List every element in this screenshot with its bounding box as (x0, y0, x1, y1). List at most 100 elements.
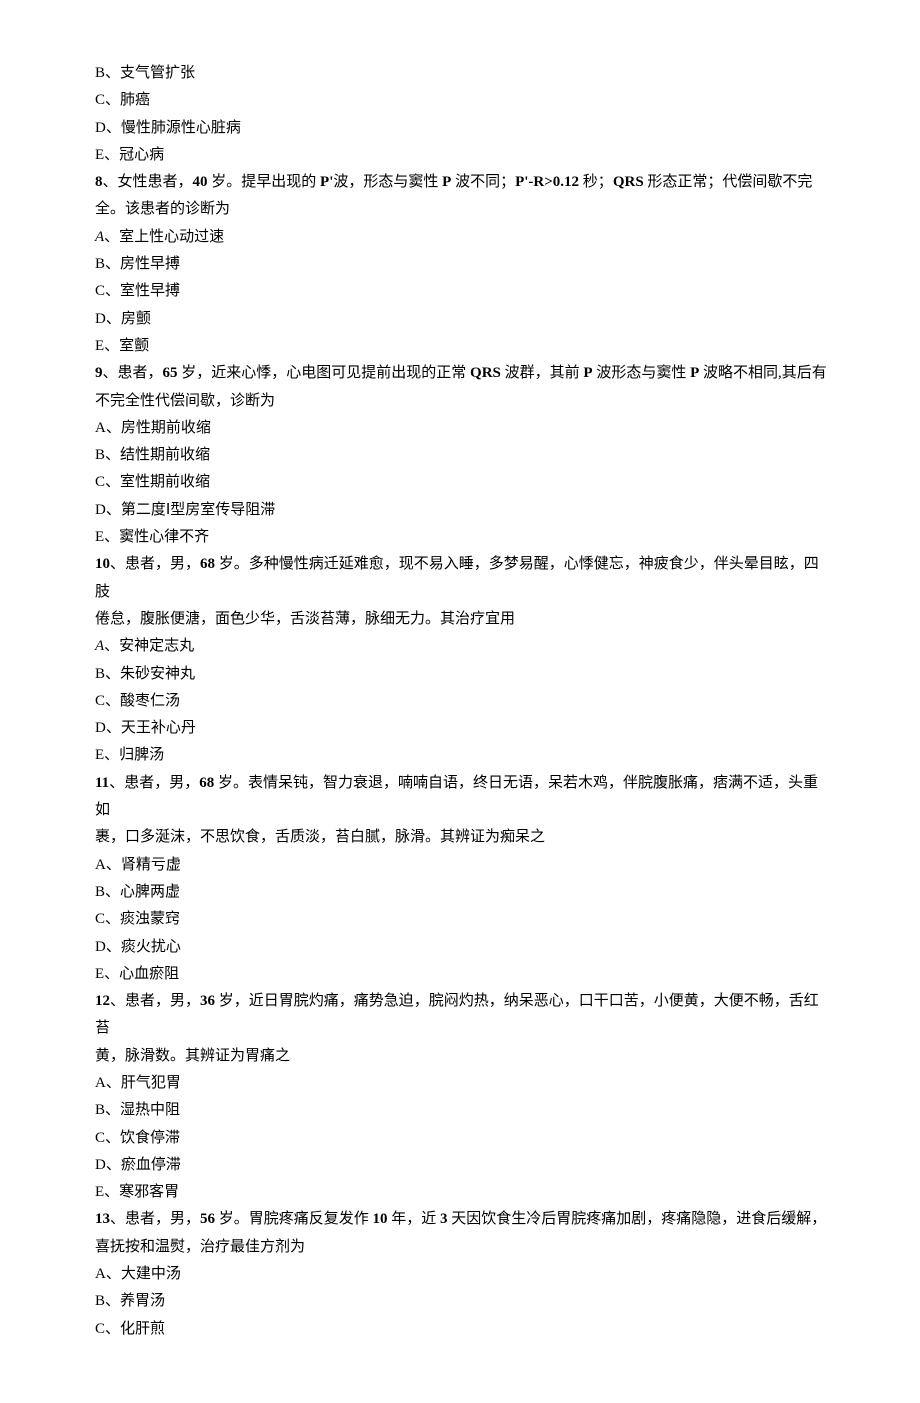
text: B、房性早搏 (95, 256, 180, 272)
q11-stem-line1: 11、患者，男，68 岁。表情呆钝，智力衰退，喃喃自语，终日无语，呆若木鸡，伴脘… (95, 770, 830, 825)
q10-option-a: A、安神定志丸 (95, 633, 830, 660)
q8-option-c: C、室性早搏 (95, 278, 830, 305)
text: 天因饮食生冷后胃脘疼痛加剧，疼痛隐隐，进食后缓解， (448, 1211, 827, 1227)
text: P (583, 365, 592, 381)
text: P'-R>0.12 (515, 174, 579, 190)
q9-option-c: C、室性期前收缩 (95, 469, 830, 496)
q8-option-b: B、房性早搏 (95, 251, 830, 278)
text: B、湿热中阻 (95, 1102, 180, 1118)
text: B、朱砂安神丸 (95, 666, 195, 682)
text: E、寒邪客胃 (95, 1184, 179, 1200)
text: C、酸枣仁汤 (95, 693, 180, 709)
age: 36 (200, 993, 215, 1009)
text: 、患者， (103, 365, 163, 381)
text: 年，近 (388, 1211, 441, 1227)
text: D、房颤 (95, 311, 151, 327)
text: P' (320, 174, 333, 190)
q7-option-c: C、肺癌 (95, 87, 830, 114)
text: C、化肝煎 (95, 1321, 165, 1337)
text: D、痰火扰心 (95, 939, 181, 955)
q9-option-b: B、结性期前收缩 (95, 442, 830, 469)
text: E、冠心病 (95, 147, 164, 163)
text: 秒； (579, 174, 613, 190)
text: 黄，脉滑数。其辨证为胃痛之 (95, 1048, 290, 1064)
q11-option-d: D、痰火扰心 (95, 934, 830, 961)
q8-option-d: D、房颤 (95, 306, 830, 333)
q-number: 10 (95, 556, 110, 572)
text: A、肝气犯胃 (95, 1075, 181, 1091)
text: 、患者，男， (110, 1211, 200, 1227)
text: 波，形态与窦性 (333, 174, 442, 190)
text: 波形态与窦性 (593, 365, 691, 381)
option-letter: A (95, 229, 104, 245)
text: E、归脾汤 (95, 747, 164, 763)
text: 形态正常；代偿间歇不完 (644, 174, 813, 190)
text: E、室颤 (95, 338, 149, 354)
text: B、养胃汤 (95, 1293, 165, 1309)
text: D、第二度Ⅰ型房室传导阻滞 (95, 502, 275, 518)
text: P (690, 365, 699, 381)
q10-stem-line1: 10、患者，男，68 岁。多种慢性病迁延难愈，现不易入睡，多梦易醒，心悸健忘，神… (95, 551, 830, 606)
q7-option-b: B、支气管扩张 (95, 60, 830, 87)
text: B、支气管扩张 (95, 65, 195, 81)
text: 3 (440, 1211, 448, 1227)
q8-option-e: E、室颤 (95, 333, 830, 360)
q7-option-d: D、慢性肺源性心脏病 (95, 115, 830, 142)
text: 、患者，男， (109, 775, 199, 791)
text: 波略不相同,其后有 (699, 365, 827, 381)
q11-option-a: A、肾精亏虚 (95, 852, 830, 879)
text: E、窦性心律不齐 (95, 529, 209, 545)
age: 68 (200, 556, 215, 572)
q9-stem-line1: 9、患者，65 岁，近来心悸，心电图可见提前出现的正常 QRS 波群，其前 P … (95, 360, 830, 387)
text: 10 (373, 1211, 388, 1227)
q13-option-b: B、养胃汤 (95, 1288, 830, 1315)
text: 波不同； (451, 174, 515, 190)
text: C、饮食停滞 (95, 1130, 180, 1146)
text: C、痰浊蒙窍 (95, 911, 180, 927)
q-number: 8 (95, 174, 103, 190)
text: P (442, 174, 451, 190)
text: QRS (470, 365, 501, 381)
q-number: 9 (95, 365, 103, 381)
text: C、室性早搏 (95, 283, 180, 299)
text: B、结性期前收缩 (95, 447, 210, 463)
text: 、室上性心动过速 (104, 229, 224, 245)
q-number: 11 (95, 775, 109, 791)
text: QRS (613, 174, 644, 190)
q8-stem-line1: 8、女性患者，40 岁。提早出现的 P'波，形态与窦性 P 波不同；P'-R>0… (95, 169, 830, 196)
q13-option-c: C、化肝煎 (95, 1316, 830, 1343)
text: B、心脾两虚 (95, 884, 180, 900)
text: 全。该患者的诊断为 (95, 201, 230, 217)
text: 倦怠，腹胀便溏，面色少华，舌淡苔薄，脉细无力。其治疗宜用 (95, 611, 515, 627)
text: 、患者，男， (110, 993, 200, 1009)
text: 、安神定志丸 (104, 638, 194, 654)
q10-option-b: B、朱砂安神丸 (95, 661, 830, 688)
q10-option-e: E、归脾汤 (95, 742, 830, 769)
text: 、患者，男， (110, 556, 200, 572)
text: E、心血瘀阻 (95, 966, 179, 982)
text: D、慢性肺源性心脏病 (95, 120, 241, 136)
q12-option-b: B、湿热中阻 (95, 1097, 830, 1124)
text: 岁，近来心悸，心电图可见提前出现的正常 (178, 365, 471, 381)
age: 68 (199, 775, 214, 791)
q7-option-e: E、冠心病 (95, 142, 830, 169)
text: 不完全性代偿间歇，诊断为 (95, 393, 275, 409)
q12-stem-line2: 黄，脉滑数。其辨证为胃痛之 (95, 1043, 830, 1070)
q13-stem-line2: 喜抚按和温熨，治疗最佳方剂为 (95, 1234, 830, 1261)
text: A、房性期前收缩 (95, 420, 211, 436)
age: 40 (193, 174, 208, 190)
q-number: 13 (95, 1211, 110, 1227)
q12-stem-line1: 12、患者，男，36 岁，近日胃脘灼痛，痛势急迫，脘闷灼热，纳呆恶心，口干口苦，… (95, 988, 830, 1043)
q13-option-a: A、大建中汤 (95, 1261, 830, 1288)
q10-option-d: D、天王补心丹 (95, 715, 830, 742)
q12-option-d: D、瘀血停滞 (95, 1152, 830, 1179)
text: 岁。胃脘疼痛反复发作 (215, 1211, 373, 1227)
q12-option-c: C、饮食停滞 (95, 1125, 830, 1152)
q9-option-a: A、房性期前收缩 (95, 415, 830, 442)
text: D、瘀血停滞 (95, 1157, 181, 1173)
text: 裹，口多涎沫，不思饮食，舌质淡，苔白腻，脉滑。其辨证为痴呆之 (95, 829, 545, 845)
text: 、女性患者， (103, 174, 193, 190)
q8-stem-line2: 全。该患者的诊断为 (95, 196, 830, 223)
q11-option-e: E、心血瘀阻 (95, 961, 830, 988)
q13-stem-line1: 13、患者，男，56 岁。胃脘疼痛反复发作 10 年，近 3 天因饮食生冷后胃脘… (95, 1206, 830, 1233)
